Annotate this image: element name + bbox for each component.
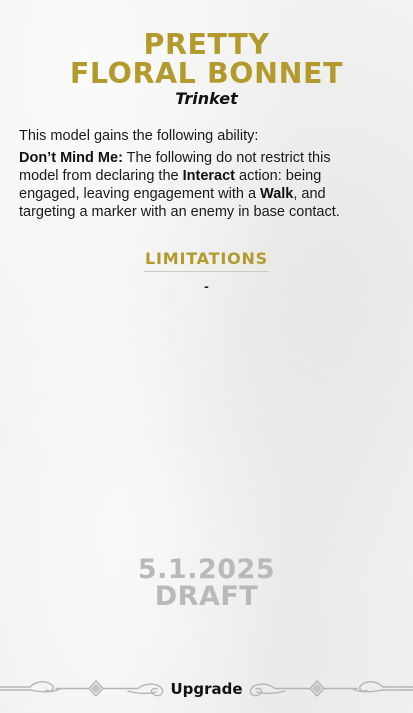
limitations-section: LIMITATIONS -: [0, 248, 413, 294]
ability-keyword-walk: Walk: [260, 186, 294, 202]
watermark-draft: DRAFT: [154, 581, 259, 612]
ability-keyword-interact: Interact: [182, 168, 235, 184]
limitations-heading: LIMITATIONS: [143, 248, 270, 272]
card-title: PRETTY FLORAL BONNET: [0, 30, 413, 88]
ability-name: Don’t Mind Me:: [19, 150, 123, 166]
card-header: PRETTY FLORAL BONNET Trinket: [0, 30, 413, 109]
limitations-value: -: [204, 278, 209, 294]
card-title-line-2: FLORAL BONNET: [69, 57, 344, 90]
ability-description: Don’t Mind Me: The following do not rest…: [19, 149, 373, 221]
watermark-date: 5.1.2025: [137, 554, 276, 585]
upgrade-card: PRETTY FLORAL BONNET Trinket This model …: [0, 0, 413, 713]
card-footer: Upgrade: [0, 672, 413, 706]
rules-intro: This model gains the following ability:: [19, 128, 259, 144]
rules-text: This model gains the following ability: …: [19, 127, 373, 221]
draft-watermark: 5.1.2025 DRAFT: [0, 556, 413, 610]
scroll-filigree-icon: [249, 679, 413, 698]
card-type: Trinket: [175, 89, 238, 108]
